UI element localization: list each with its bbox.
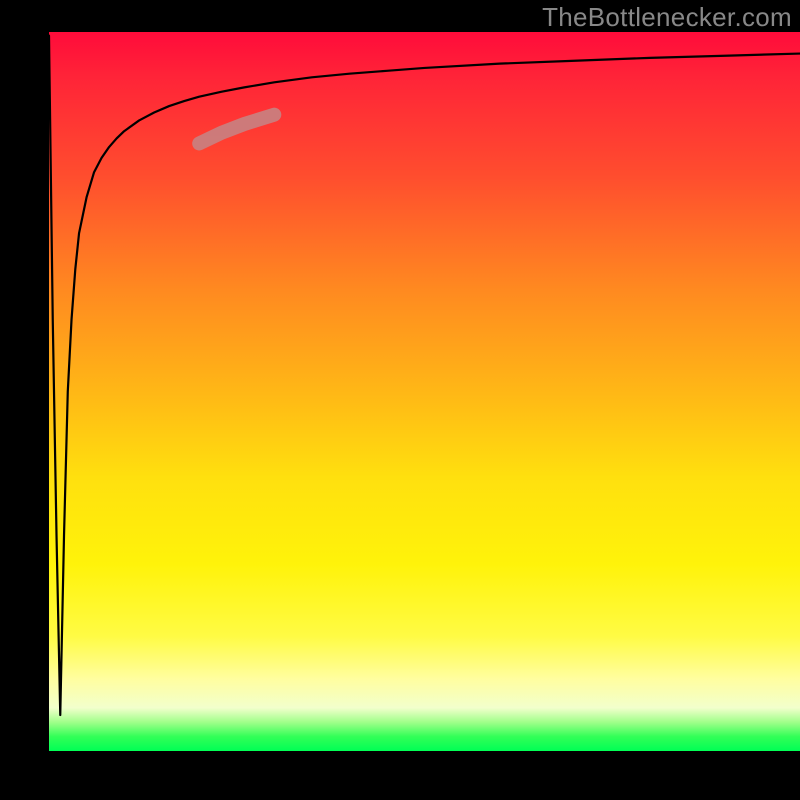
chart-stage: TheBottlenecker.com — [0, 0, 800, 800]
highlight-segment — [199, 115, 274, 144]
watermark-text: TheBottlenecker.com — [542, 2, 792, 33]
bottleneck-curve — [49, 36, 800, 715]
plot-area — [49, 32, 800, 751]
curve-layer — [49, 32, 800, 751]
